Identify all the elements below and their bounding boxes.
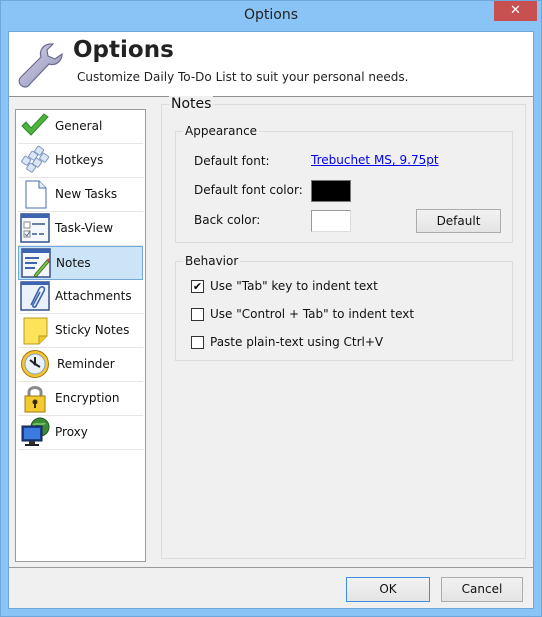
paste-plain-text-checkbox[interactable] [191,336,204,349]
network-monitor-icon [21,417,50,446]
title-bar[interactable]: Options ✕ [1,1,541,32]
blank-document-icon [25,180,47,209]
sidebar-item-attachments[interactable]: Attachments [18,280,143,314]
notes-panel-title: Notes [169,96,214,112]
sidebar-item-proxy[interactable]: Proxy [18,416,143,450]
back-color-label: Back color: [194,213,261,227]
appearance-legend: Appearance [183,124,260,138]
ok-button[interactable]: OK [346,577,430,602]
header-title: Options [73,37,174,63]
options-window: Options ✕ Options Customize Daily To-Do … [0,0,542,617]
dialog-header: Options Customize Daily To-Do List to su… [9,32,533,97]
sidebar-item-encryption[interactable]: Encryption [18,382,143,416]
sidebar-item-new-tasks[interactable]: New Tasks [18,178,143,212]
default-font-color-swatch[interactable] [311,180,351,202]
keyboard-keys-icon [21,145,50,173]
default-font-link[interactable]: Trebuchet MS, 9.75pt [311,153,439,167]
sidebar-item-label: New Tasks [55,187,118,201]
control-tab-indent-checkbox[interactable] [191,308,204,321]
notes-pencil-icon [21,248,51,278]
header-subtitle: Customize Daily To-Do List to suit your … [77,70,409,84]
sidebar-item-label: Proxy [55,425,88,439]
checkmark-icon [21,113,49,136]
close-button[interactable]: ✕ [494,1,537,21]
cancel-button[interactable]: Cancel [441,577,523,602]
control-tab-indent-label: Use "Control + Tab" to indent text [210,307,415,321]
sidebar-item-hotkeys[interactable]: Hotkeys [18,144,143,178]
tab-indent-checkbox[interactable]: ✔ [191,280,204,293]
sticky-note-icon [23,317,48,345]
sidebar-item-notes[interactable]: Notes [18,246,143,280]
default-button[interactable]: Default [416,209,501,233]
behavior-legend: Behavior [183,254,241,268]
wrench-icon [18,43,63,88]
footer-divider [9,567,533,568]
sidebar-item-reminder[interactable]: Reminder [18,348,143,382]
clock-icon [21,350,49,378]
sidebar-item-general[interactable]: General [18,110,143,144]
back-color-swatch[interactable] [311,210,351,232]
notes-settings-panel: Notes Appearance Default font: Trebuchet… [161,96,526,559]
behavior-group: Behavior ✔ Use "Tab" key to indent text … [175,254,513,361]
sidebar-item-label: Reminder [57,357,115,371]
sidebar-item-label: Attachments [55,289,132,303]
default-font-label: Default font: [194,154,270,168]
dialog-client-area: Options Customize Daily To-Do List to su… [8,31,534,609]
close-icon: ✕ [510,3,521,18]
sidebar-item-label: Notes [56,256,91,270]
sidebar-item-label: General [55,119,103,133]
tab-indent-label: Use "Tab" key to indent text [210,279,378,293]
default-font-color-label: Default font color: [194,183,303,197]
task-view-icon [20,213,50,243]
sidebar-item-sticky-notes[interactable]: Sticky Notes [18,314,143,348]
options-category-list[interactable]: General Hotkeys New Tasks Task-View Note… [15,109,146,562]
paste-plain-text-label: Paste plain-text using Ctrl+V [210,335,384,349]
sidebar-item-label: Task-View [55,221,114,235]
padlock-icon [24,386,46,413]
sidebar-item-label: Sticky Notes [55,323,130,337]
sidebar-item-label: Encryption [55,391,120,405]
appearance-group: Appearance Default font: Trebuchet MS, 9… [175,124,513,243]
sidebar-item-task-view[interactable]: Task-View [18,212,143,246]
paperclip-icon [20,281,50,311]
sidebar-item-label: Hotkeys [55,153,104,167]
window-title: Options [243,7,299,23]
